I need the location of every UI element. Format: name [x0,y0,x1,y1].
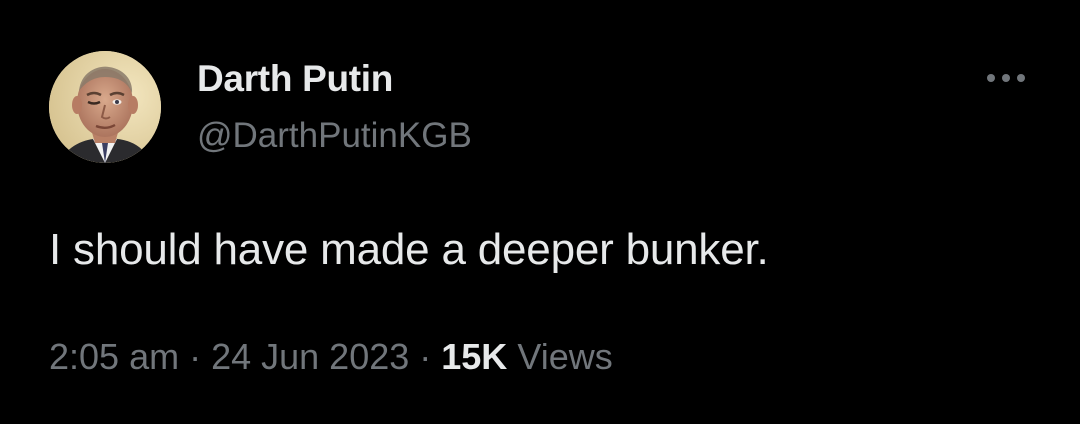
views-label[interactable]: Views [517,336,612,377]
avatar[interactable] [49,51,161,163]
tweet-text: I should have made a deeper bunker. [49,225,769,274]
views-count[interactable]: 15K [441,336,507,377]
separator-dot: · [419,336,432,377]
tweet-date[interactable]: 24 Jun 2023 [211,336,409,377]
more-horizontal-icon [987,74,1025,82]
author-handle[interactable]: @DarthPutinKGB [197,116,472,156]
separator-dot: · [189,336,202,377]
profile-photo-icon [49,51,161,163]
more-options-button[interactable] [980,60,1032,96]
tweet-metadata: 2:05 am · 24 Jun 2023 · 15K Views [49,336,613,378]
author-display-name[interactable]: Darth Putin [197,58,393,100]
tweet-card: Darth Putin @DarthPutinKGB I should have… [0,0,1080,424]
tweet-time[interactable]: 2:05 am [49,336,179,377]
